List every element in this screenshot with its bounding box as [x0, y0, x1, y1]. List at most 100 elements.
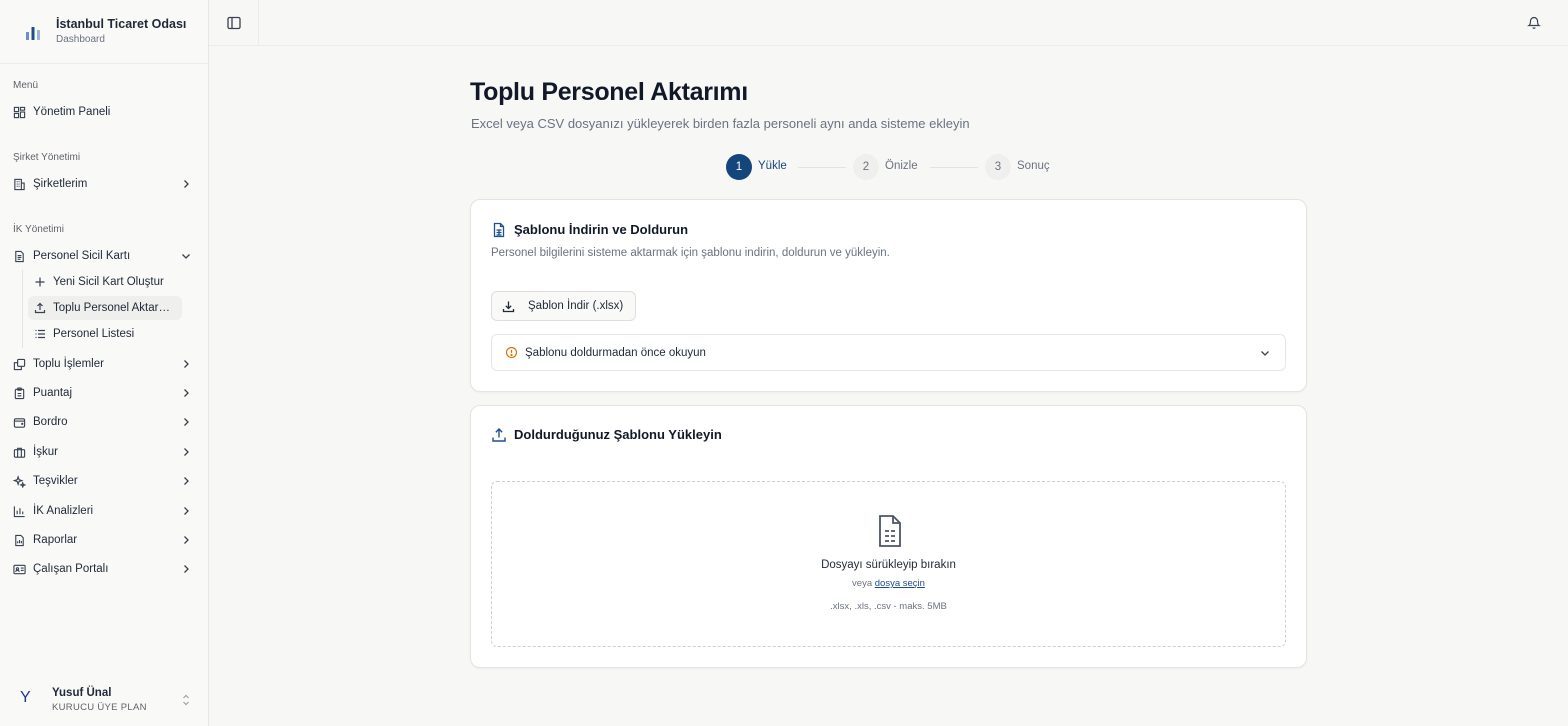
chevron-right-icon — [184, 360, 189, 368]
chevron-right-icon — [184, 565, 189, 573]
group-label-menu: Menü — [13, 80, 39, 91]
plus-icon — [35, 277, 45, 287]
dropzone-title: Dosyayı sürükleyip bırakın — [821, 559, 956, 571]
chevron-right-icon — [184, 507, 189, 515]
report-icon — [15, 534, 24, 546]
choose-file-link[interactable]: dosya seçin — [875, 578, 925, 589]
sidebar-subitem-label: Yeni Sicil Kart Oluştur — [53, 276, 164, 288]
download-template-button[interactable]: Şablon İndir (.xlsx) — [491, 291, 636, 321]
avatar: Y — [20, 689, 31, 706]
group-label-hr: İK Yönetimi — [13, 224, 64, 235]
alert-circle-icon — [505, 346, 518, 359]
sidebar-item-label: Bordro — [33, 416, 68, 428]
chevrons-up-down-icon — [183, 694, 189, 706]
bar-chart-icon — [13, 505, 25, 517]
building-icon — [14, 178, 25, 190]
chevron-right-icon — [184, 389, 189, 397]
sidebar-item-employee-portal[interactable]: Çalışan Portalı — [6, 556, 202, 582]
stepper: 1 Yükle 2 Önizle 3 Sonuç — [726, 154, 1066, 180]
list-icon — [35, 329, 45, 339]
sidebar-item-label: Yönetim Paneli — [33, 106, 111, 118]
user-name: Yusuf Ünal — [52, 687, 112, 699]
wallet-icon — [13, 417, 26, 428]
sidebar-item-label: Raporlar — [33, 534, 78, 546]
file-spreadsheet-icon — [493, 222, 505, 238]
template-card-title: Şablonu İndirin ve Doldurun — [514, 222, 689, 237]
sidebar-item-label: Puantaj — [33, 387, 73, 399]
template-card-description: Personel bilgilerini sisteme aktarmak iç… — [491, 247, 890, 259]
template-card: Şablonu İndirin ve Doldurun Personel bil… — [470, 199, 1307, 392]
clipboard-icon — [14, 387, 25, 399]
chevron-down-icon — [1261, 351, 1269, 356]
bar-chart-icon — [26, 27, 40, 40]
dropzone-hint: .xlsx, .xls, .csv - maks. 5MB — [830, 601, 947, 612]
sidebar-subitem-bulk-transfer[interactable]: Toplu Personel Aktarımı — [28, 296, 182, 320]
sidebar-item-label: İşkur — [33, 446, 58, 458]
sidebar-item-personnel-card[interactable]: Personel Sicil Kartı — [6, 243, 202, 269]
sidebar-item-bulk-ops[interactable]: Toplu İşlemler — [6, 351, 202, 377]
template-instructions-accordion[interactable]: Şablonu doldurmadan önce okuyun — [491, 334, 1286, 371]
copy-icon — [13, 358, 26, 370]
accordion-label: Şablonu doldurmadan önce okuyun — [525, 346, 706, 359]
sidebar-item-label: Şirketlerim — [33, 178, 88, 190]
step-connector — [798, 167, 846, 168]
sidebar-item-iskur[interactable]: İşkur — [6, 439, 202, 465]
chevron-right-icon — [184, 180, 189, 188]
step-1-number: 1 — [726, 154, 752, 180]
sidebar-subitem-label: Personel Listesi — [53, 328, 135, 340]
sidebar-item-incentives[interactable]: Teşvikler — [6, 468, 202, 494]
download-template-label: Şablon İndir (.xlsx) — [528, 300, 624, 312]
sidebar-item-reports[interactable]: Raporlar — [6, 527, 202, 553]
chevron-right-icon — [184, 536, 189, 544]
brand-title: İstanbul Ticaret Odası — [56, 17, 187, 31]
upload-card-title: Doldurduğunuz Şablonu Yükleyin — [514, 427, 722, 442]
step-connector — [930, 167, 978, 168]
submenu-line — [22, 270, 23, 348]
sidebar-item-label: Çalışan Portalı — [33, 563, 109, 575]
file-dropzone[interactable]: Dosyayı sürükleyip bırakın veya dosya se… — [491, 481, 1286, 647]
sidebar-item-timesheet[interactable]: Puantaj — [6, 380, 202, 406]
brand-header[interactable]: İstanbul Ticaret Odası Dashboard — [0, 0, 208, 64]
group-label-company: Şirket Yönetimi — [13, 152, 81, 163]
user-plan: KURUCU ÜYE PLAN — [52, 702, 147, 713]
sidebar-item-payroll[interactable]: Bordro — [6, 409, 202, 435]
chevron-down-icon — [182, 254, 190, 259]
sidebar-item-label: Toplu İşlemler — [33, 358, 104, 370]
download-icon — [502, 301, 515, 312]
step-1-label: Yükle — [758, 160, 787, 172]
grid-icon — [13, 106, 26, 118]
sidebar-item-label: Teşvikler — [33, 475, 78, 487]
user-menu[interactable]: Y Yusuf Ünal KURUCU ÜYE PLAN — [6, 680, 202, 720]
step-2-number: 2 — [853, 154, 879, 180]
dropzone-or-line: veya dosya seçin — [492, 578, 1285, 589]
upload-icon — [34, 302, 46, 314]
sidebar-item-companies[interactable]: Şirketlerim — [6, 171, 202, 197]
page-subtitle: Excel veya CSV dosyanızı yükleyerek bird… — [471, 116, 970, 131]
file-spreadsheet-icon — [879, 515, 901, 547]
sparkles-icon — [13, 474, 26, 488]
brand-subtitle: Dashboard — [56, 34, 105, 45]
dropzone-or-text: veya — [852, 578, 873, 589]
sidebar-subitem-label: Toplu Personel Aktarımı — [53, 302, 173, 314]
sidebar-subitem-new-card[interactable]: Yeni Sicil Kart Oluştur — [28, 270, 182, 294]
sidebar-subitem-personnel-list[interactable]: Personel Listesi — [28, 322, 182, 346]
sidebar: İstanbul Ticaret Odası Dashboard Menü Yö… — [0, 0, 209, 726]
chevron-right-icon — [184, 477, 189, 485]
sidebar-item-hr-analytics[interactable]: İK Analizleri — [6, 498, 202, 524]
upload-card: Doldurduğunuz Şablonu Yükleyin Dosyayı s… — [470, 405, 1307, 668]
step-2-label: Önizle — [885, 160, 918, 172]
top-bar — [209, 0, 1568, 46]
chevron-right-icon — [184, 418, 189, 426]
divider — [258, 0, 259, 45]
sidebar-item-label: İK Analizleri — [33, 505, 94, 517]
step-3-label: Sonuç — [1017, 160, 1050, 172]
upload-icon — [492, 428, 506, 442]
sidebar-item-label: Personel Sicil Kartı — [33, 250, 131, 262]
bell-icon[interactable] — [1527, 15, 1541, 30]
document-icon — [15, 250, 24, 262]
sidebar-toggle-icon[interactable] — [225, 14, 243, 32]
step-3-number: 3 — [985, 154, 1011, 180]
page-title: Toplu Personel Aktarımı — [470, 78, 748, 106]
sidebar-item-dashboard[interactable]: Yönetim Paneli — [6, 99, 202, 125]
id-card-icon — [13, 564, 26, 574]
